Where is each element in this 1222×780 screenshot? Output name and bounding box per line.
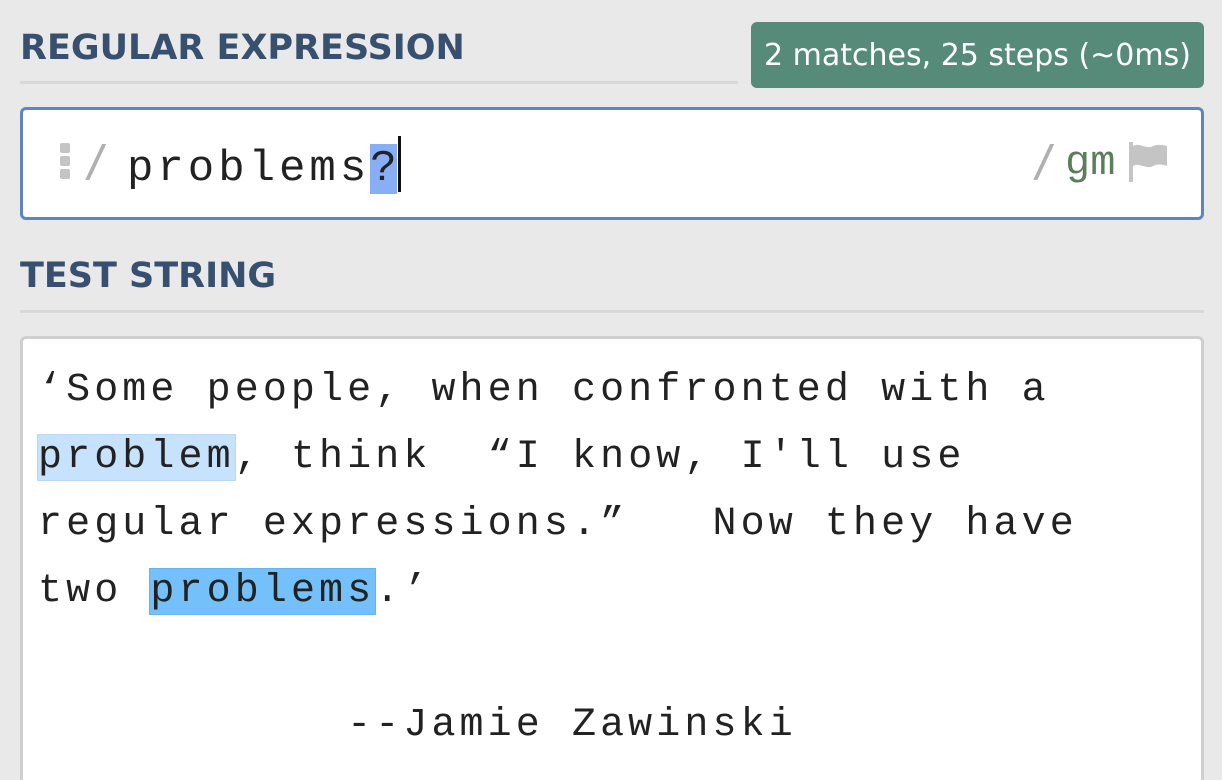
regex-input[interactable]: / problems? / gm bbox=[20, 107, 1204, 220]
match-info-badge: 2 matches, 25 steps (~0ms) bbox=[751, 22, 1204, 88]
test-title-divider bbox=[20, 310, 1204, 313]
test-string-section-title: TEST STRING bbox=[20, 256, 277, 296]
regex-pattern-text: problems bbox=[127, 144, 371, 194]
match-highlight-2: problems bbox=[150, 569, 376, 614]
regex-quantifier-token: ? bbox=[370, 144, 397, 194]
regex-flags[interactable]: gm bbox=[1065, 138, 1115, 188]
regex-title-divider bbox=[20, 81, 738, 84]
regex-close-delimiter: / bbox=[1031, 136, 1058, 187]
regex-pattern[interactable]: problems? bbox=[127, 136, 401, 196]
text-cursor bbox=[397, 136, 401, 192]
regex-open-delimiter: / bbox=[83, 136, 110, 187]
test-string-text[interactable]: ‘Some people, when confronted with a pro… bbox=[38, 357, 1078, 759]
regex-section-title: REGULAR EXPRESSION bbox=[20, 28, 465, 68]
test-string-editor[interactable]: ‘Some people, when confronted with a pro… bbox=[20, 336, 1204, 780]
drag-handle-icon[interactable] bbox=[60, 143, 70, 179]
flag-icon[interactable] bbox=[1126, 140, 1170, 184]
match-highlight-1: problem bbox=[38, 435, 235, 480]
test-text-segment: ‘Some people, when confronted with a bbox=[38, 368, 1050, 413]
